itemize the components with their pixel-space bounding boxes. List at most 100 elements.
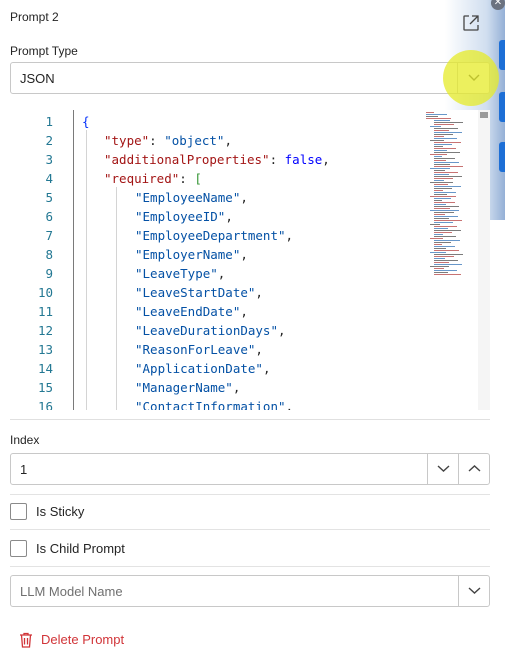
minimap-line bbox=[434, 250, 459, 251]
is-sticky-checkbox[interactable] bbox=[10, 503, 27, 520]
json-string: "EmployerName" bbox=[135, 247, 241, 262]
minimap-line bbox=[434, 204, 446, 205]
json-brace: { bbox=[82, 114, 90, 129]
side-tab[interactable] bbox=[499, 92, 505, 122]
editor-scrollbar[interactable] bbox=[478, 110, 490, 410]
code-line: "LeaveDurationDays", bbox=[135, 323, 286, 338]
json-key: "required" bbox=[104, 171, 180, 186]
line-number: 11 bbox=[37, 304, 53, 319]
close-icon[interactable]: ✕ bbox=[491, 0, 505, 10]
minimap-line bbox=[434, 144, 452, 145]
minimap-line bbox=[434, 206, 459, 207]
minimap-line bbox=[434, 186, 461, 187]
code-line: "EmployeeDepartment", bbox=[135, 228, 294, 243]
minimap-line bbox=[430, 238, 443, 239]
line-number: 13 bbox=[37, 342, 53, 357]
prompt-type-select[interactable]: JSON bbox=[10, 62, 490, 94]
json-string: "EmployeeDepartment" bbox=[135, 228, 286, 243]
minimap-line bbox=[434, 246, 455, 247]
minimap-line bbox=[434, 260, 458, 261]
minimap-line bbox=[434, 160, 446, 161]
minimap-line bbox=[434, 226, 457, 227]
editor-scrollbar-thumb[interactable] bbox=[480, 112, 488, 118]
code-line: "LeaveEndDate", bbox=[135, 304, 248, 319]
prompt-type-value: JSON bbox=[20, 71, 55, 86]
llm-model-select[interactable]: LLM Model Name bbox=[10, 575, 490, 607]
minimap-line bbox=[430, 224, 440, 225]
minimap-line bbox=[434, 162, 459, 163]
indent-guide bbox=[86, 130, 87, 410]
minimap-line bbox=[434, 212, 454, 213]
decrement-button[interactable] bbox=[427, 454, 458, 484]
code-line: "ManagerName", bbox=[135, 380, 241, 395]
minimap-line bbox=[434, 152, 460, 153]
code-line: "type": "object", bbox=[104, 133, 232, 148]
minimap-line bbox=[434, 124, 454, 125]
minimap-line bbox=[434, 136, 444, 137]
line-number: 3 bbox=[45, 152, 53, 167]
minimap-line bbox=[434, 156, 442, 157]
divider bbox=[10, 529, 490, 530]
minimap-line bbox=[430, 126, 441, 127]
json-string: "ContactInformation" bbox=[135, 399, 286, 410]
minimap-line bbox=[434, 228, 448, 229]
minimap-line bbox=[434, 240, 460, 241]
editor-minimap[interactable] bbox=[424, 110, 478, 410]
minimap-line bbox=[434, 254, 463, 255]
divider bbox=[10, 419, 490, 420]
minimap-line bbox=[434, 232, 452, 233]
json-string: "ManagerName" bbox=[135, 380, 233, 395]
minimap-line bbox=[434, 122, 463, 123]
llm-model-dropdown-button[interactable] bbox=[458, 576, 489, 606]
minimap-line bbox=[430, 154, 447, 155]
json-string: "LeaveDurationDays" bbox=[135, 323, 278, 338]
minimap-line bbox=[426, 116, 438, 117]
minimap-line bbox=[434, 188, 452, 189]
minimap-line bbox=[434, 190, 443, 191]
minimap-line bbox=[434, 120, 450, 121]
minimap-line bbox=[434, 176, 462, 177]
json-string: "ReasonForLeave" bbox=[135, 342, 256, 357]
code-line: "ApplicationDate", bbox=[135, 361, 271, 376]
json-boolean: false bbox=[284, 152, 323, 167]
minimap-line bbox=[434, 244, 442, 245]
minimap-line bbox=[434, 174, 449, 175]
is-child-prompt-checkbox[interactable] bbox=[10, 540, 27, 557]
minimap-line bbox=[434, 264, 462, 265]
side-tab[interactable] bbox=[499, 40, 505, 70]
code-line: "EmployeeName", bbox=[135, 190, 248, 205]
minimap-line bbox=[430, 168, 450, 169]
line-number: 5 bbox=[45, 190, 53, 205]
side-tab[interactable] bbox=[499, 142, 505, 172]
minimap-line bbox=[430, 266, 449, 267]
minimap-line bbox=[434, 164, 450, 165]
json-string: "LeaveStartDate" bbox=[135, 285, 256, 300]
increment-button[interactable] bbox=[458, 454, 489, 484]
minimap-line bbox=[434, 262, 449, 263]
minimap-line bbox=[434, 222, 453, 223]
open-in-new-window-icon[interactable] bbox=[461, 13, 481, 33]
minimap-line bbox=[434, 130, 449, 131]
chevron-up-icon bbox=[468, 465, 481, 472]
minimap-line bbox=[434, 218, 449, 219]
is-sticky-label: Is Sticky bbox=[36, 504, 85, 519]
line-number: 9 bbox=[45, 266, 53, 281]
minimap-line bbox=[434, 138, 457, 139]
json-code-editor[interactable]: 1 2 3 4 5 6 7 8 9 10 11 12 13 14 15 16 {… bbox=[10, 110, 490, 410]
code-line: "EmployerName", bbox=[135, 247, 248, 262]
minimap-line bbox=[434, 134, 453, 135]
json-string: "EmployeeName" bbox=[135, 190, 241, 205]
minimap-line bbox=[434, 150, 447, 151]
minimap-line bbox=[434, 142, 461, 143]
code-line: "EmployeeID", bbox=[135, 209, 233, 224]
minimap-line bbox=[434, 192, 456, 193]
json-key: "additionalProperties" bbox=[104, 152, 270, 167]
divider bbox=[10, 494, 490, 495]
index-spin-input[interactable]: 1 bbox=[10, 453, 490, 485]
llm-model-placeholder: LLM Model Name bbox=[20, 584, 123, 599]
json-string: "LeaveType" bbox=[135, 266, 218, 281]
minimap-line bbox=[434, 166, 463, 167]
line-number: 4 bbox=[45, 171, 53, 186]
minimap-line bbox=[434, 236, 456, 237]
trash-icon bbox=[20, 632, 32, 648]
